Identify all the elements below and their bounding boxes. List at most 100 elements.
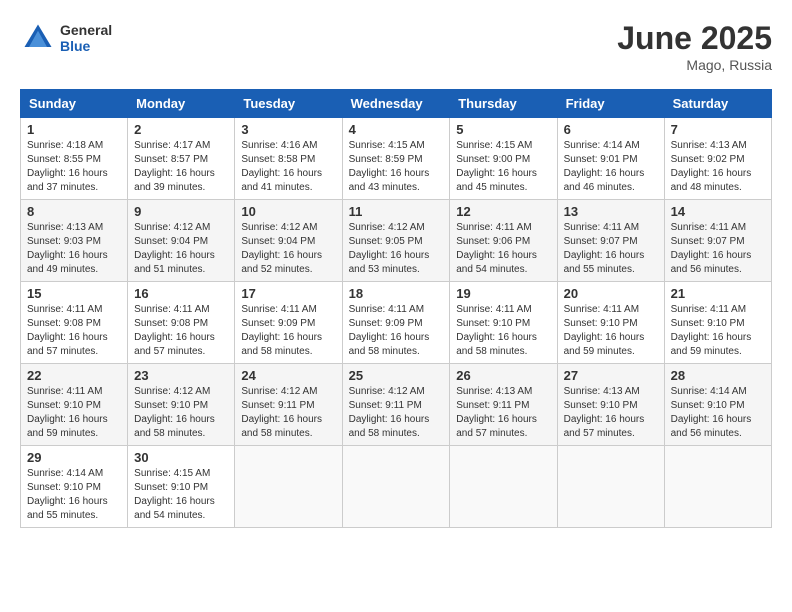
- day-info: Sunrise: 4:14 AM Sunset: 9:10 PM Dayligh…: [27, 467, 121, 523]
- day-info: Sunrise: 4:12 AM Sunset: 9:04 PM Dayligh…: [134, 221, 228, 277]
- day-cell: 1 Sunrise: 4:18 AM Sunset: 8:55 PM Daylig…: [21, 118, 128, 200]
- month-year: June 2025: [617, 20, 772, 57]
- day-info: Sunrise: 4:11 AM Sunset: 9:08 PM Dayligh…: [27, 303, 121, 359]
- day-cell: [342, 446, 450, 528]
- day-cell: 30Sunrise: 4:15 AM Sunset: 9:10 PM Dayli…: [128, 446, 235, 528]
- day-number: 26: [456, 368, 550, 383]
- logo-blue: Blue: [60, 38, 112, 54]
- logo-icon: [20, 20, 56, 56]
- day-info: Sunrise: 4:11 AM Sunset: 9:09 PM Dayligh…: [349, 303, 444, 359]
- day-cell: 10Sunrise: 4:12 AM Sunset: 9:04 PM Dayli…: [235, 200, 342, 282]
- day-cell: 7 Sunrise: 4:13 AM Sunset: 9:02 PM Daylig…: [664, 118, 771, 200]
- day-cell: 21 Sunrise: 4:11 AM Sunset: 9:10 PM Dayli…: [664, 282, 771, 364]
- day-cell: 20 Sunrise: 4:11 AM Sunset: 9:10 PM Dayli…: [557, 282, 664, 364]
- calendar-table: SundayMondayTuesdayWednesdayThursdayFrid…: [20, 89, 772, 528]
- day-number: 9: [134, 204, 228, 219]
- day-cell: 9 Sunrise: 4:12 AM Sunset: 9:04 PM Daylig…: [128, 200, 235, 282]
- day-cell: 13 Sunrise: 4:11 AM Sunset: 9:07 PM Dayli…: [557, 200, 664, 282]
- day-number: 14: [671, 204, 765, 219]
- day-cell: 5 Sunrise: 4:15 AM Sunset: 9:00 PM Daylig…: [450, 118, 557, 200]
- day-number: 20: [564, 286, 658, 301]
- day-info: Sunrise: 4:17 AM Sunset: 8:57 PM Dayligh…: [134, 139, 228, 195]
- day-cell: 12 Sunrise: 4:11 AM Sunset: 9:06 PM Dayli…: [450, 200, 557, 282]
- day-info: Sunrise: 4:13 AM Sunset: 9:02 PM Dayligh…: [671, 139, 765, 195]
- week-row-2: 8 Sunrise: 4:13 AM Sunset: 9:03 PM Daylig…: [21, 200, 772, 282]
- day-info: Sunrise: 4:12 AM Sunset: 9:04 PM Dayligh…: [241, 221, 335, 277]
- day-cell: 11 Sunrise: 4:12 AM Sunset: 9:05 PM Dayli…: [342, 200, 450, 282]
- day-number: 27: [564, 368, 658, 383]
- day-cell: 3 Sunrise: 4:16 AM Sunset: 8:58 PM Daylig…: [235, 118, 342, 200]
- day-cell: 27Sunrise: 4:13 AM Sunset: 9:10 PM Dayli…: [557, 364, 664, 446]
- day-info: Sunrise: 4:18 AM Sunset: 8:55 PM Dayligh…: [27, 139, 121, 195]
- week-row-1: 1 Sunrise: 4:18 AM Sunset: 8:55 PM Daylig…: [21, 118, 772, 200]
- week-row-3: 15 Sunrise: 4:11 AM Sunset: 9:08 PM Dayli…: [21, 282, 772, 364]
- day-cell: 23 Sunrise: 4:12 AM Sunset: 9:10 PM Dayli…: [128, 364, 235, 446]
- day-number: 2: [134, 122, 228, 137]
- column-header-friday: Friday: [557, 90, 664, 118]
- day-cell: 18 Sunrise: 4:11 AM Sunset: 9:09 PM Dayli…: [342, 282, 450, 364]
- day-cell: [664, 446, 771, 528]
- day-info: Sunrise: 4:11 AM Sunset: 9:10 PM Dayligh…: [564, 303, 658, 359]
- logo: General Blue: [20, 20, 112, 56]
- day-info: Sunrise: 4:16 AM Sunset: 8:58 PM Dayligh…: [241, 139, 335, 195]
- day-cell: 22Sunrise: 4:11 AM Sunset: 9:10 PM Dayli…: [21, 364, 128, 446]
- day-number: 1: [27, 122, 121, 137]
- day-cell: [235, 446, 342, 528]
- day-info: Sunrise: 4:13 AM Sunset: 9:11 PM Dayligh…: [456, 385, 550, 441]
- day-info: Sunrise: 4:11 AM Sunset: 9:07 PM Dayligh…: [671, 221, 765, 277]
- day-cell: 19 Sunrise: 4:11 AM Sunset: 9:10 PM Dayli…: [450, 282, 557, 364]
- day-info: Sunrise: 4:11 AM Sunset: 9:10 PM Dayligh…: [456, 303, 550, 359]
- day-info: Sunrise: 4:14 AM Sunset: 9:10 PM Dayligh…: [671, 385, 765, 441]
- day-number: 24: [241, 368, 335, 383]
- day-number: 29: [27, 450, 121, 465]
- week-row-4: 22Sunrise: 4:11 AM Sunset: 9:10 PM Dayli…: [21, 364, 772, 446]
- column-header-sunday: Sunday: [21, 90, 128, 118]
- column-header-monday: Monday: [128, 90, 235, 118]
- day-info: Sunrise: 4:13 AM Sunset: 9:03 PM Dayligh…: [27, 221, 121, 277]
- column-header-tuesday: Tuesday: [235, 90, 342, 118]
- day-info: Sunrise: 4:11 AM Sunset: 9:07 PM Dayligh…: [564, 221, 658, 277]
- day-number: 7: [671, 122, 765, 137]
- day-number: 21: [671, 286, 765, 301]
- week-row-5: 29 Sunrise: 4:14 AM Sunset: 9:10 PM Dayli…: [21, 446, 772, 528]
- day-number: 28: [671, 368, 765, 383]
- calendar-body: 1 Sunrise: 4:18 AM Sunset: 8:55 PM Daylig…: [21, 118, 772, 528]
- day-number: 4: [349, 122, 444, 137]
- day-cell: 14 Sunrise: 4:11 AM Sunset: 9:07 PM Dayli…: [664, 200, 771, 282]
- day-info: Sunrise: 4:12 AM Sunset: 9:10 PM Dayligh…: [134, 385, 228, 441]
- day-number: 18: [349, 286, 444, 301]
- day-cell: 15 Sunrise: 4:11 AM Sunset: 9:08 PM Dayli…: [21, 282, 128, 364]
- day-info: Sunrise: 4:14 AM Sunset: 9:01 PM Dayligh…: [564, 139, 658, 195]
- day-number: 23: [134, 368, 228, 383]
- day-cell: 6 Sunrise: 4:14 AM Sunset: 9:01 PM Daylig…: [557, 118, 664, 200]
- column-header-thursday: Thursday: [450, 90, 557, 118]
- day-info: Sunrise: 4:12 AM Sunset: 9:05 PM Dayligh…: [349, 221, 444, 277]
- day-info: Sunrise: 4:11 AM Sunset: 9:06 PM Dayligh…: [456, 221, 550, 277]
- logo-text: General Blue: [60, 22, 112, 54]
- page-header: General Blue June 2025 Mago, Russia: [20, 20, 772, 73]
- day-cell: 28 Sunrise: 4:14 AM Sunset: 9:10 PM Dayli…: [664, 364, 771, 446]
- title-block: June 2025 Mago, Russia: [617, 20, 772, 73]
- day-number: 22: [27, 368, 121, 383]
- day-number: 8: [27, 204, 121, 219]
- calendar-header: SundayMondayTuesdayWednesdayThursdayFrid…: [21, 90, 772, 118]
- day-info: Sunrise: 4:15 AM Sunset: 9:00 PM Dayligh…: [456, 139, 550, 195]
- day-cell: [450, 446, 557, 528]
- day-number: 6: [564, 122, 658, 137]
- day-info: Sunrise: 4:11 AM Sunset: 9:10 PM Dayligh…: [671, 303, 765, 359]
- day-info: Sunrise: 4:12 AM Sunset: 9:11 PM Dayligh…: [349, 385, 444, 441]
- logo-general: General: [60, 22, 112, 38]
- day-number: 30: [134, 450, 228, 465]
- day-number: 17: [241, 286, 335, 301]
- day-number: 5: [456, 122, 550, 137]
- day-number: 19: [456, 286, 550, 301]
- day-number: 3: [241, 122, 335, 137]
- day-number: 15: [27, 286, 121, 301]
- day-number: 13: [564, 204, 658, 219]
- day-cell: 8 Sunrise: 4:13 AM Sunset: 9:03 PM Daylig…: [21, 200, 128, 282]
- day-number: 11: [349, 204, 444, 219]
- day-number: 12: [456, 204, 550, 219]
- day-info: Sunrise: 4:12 AM Sunset: 9:11 PM Dayligh…: [241, 385, 335, 441]
- location: Mago, Russia: [617, 57, 772, 73]
- header-row: SundayMondayTuesdayWednesdayThursdayFrid…: [21, 90, 772, 118]
